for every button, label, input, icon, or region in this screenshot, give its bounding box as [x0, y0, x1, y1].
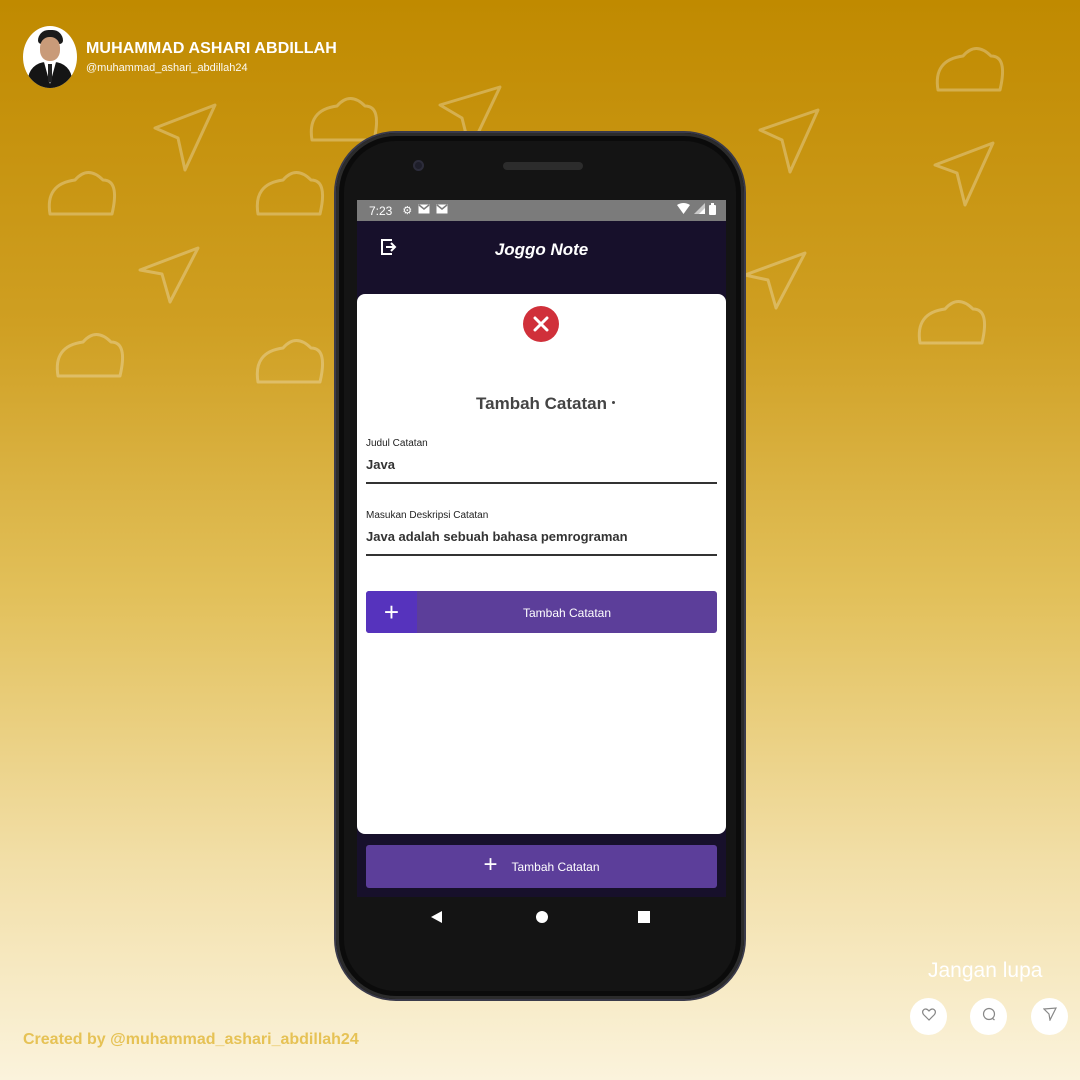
phone-camera [413, 160, 424, 171]
dialog-add-button-label: Tambah Catatan [522, 606, 612, 620]
dialog-title: Tambah Catatan [476, 394, 607, 413]
add-note-dialog: Tambah Catatan Judul Catatan Java Masuka… [357, 294, 726, 834]
app-title: Joggo Note [494, 240, 589, 259]
signal-icon [694, 203, 705, 218]
app-bar: Joggo Note [357, 221, 726, 294]
bottom-area: + Tambah Catatan [357, 834, 726, 897]
desc-field[interactable]: Java adalah sebuah bahasa pemrograman [366, 529, 628, 544]
status-bar: 7:23 ⚙ [357, 200, 726, 221]
author-header: MUHAMMAD ASHARI ABDILLAH @muhammad_ashar… [23, 26, 337, 88]
desc-field-underline [366, 554, 717, 556]
dialog-add-button[interactable]: + Tambah Catatan [366, 591, 717, 633]
gmail-icon [436, 204, 448, 217]
title-field[interactable]: Java [366, 457, 395, 472]
gmail-icon [418, 204, 430, 217]
title-field-label: Judul Catatan [366, 438, 428, 449]
comment-button[interactable] [970, 998, 1007, 1035]
wifi-icon [677, 203, 690, 218]
author-name: MUHAMMAD ASHARI ABDILLAH [86, 40, 337, 57]
android-nav-bar [357, 897, 726, 937]
footer-credit: Created by @muhammad_ashari_abdillah24 [23, 1031, 359, 1048]
author-handle: @muhammad_ashari_abdillah24 [86, 62, 248, 74]
status-time: 7:23 [369, 203, 393, 218]
battery-icon [709, 203, 716, 218]
heart-icon [921, 1007, 936, 1026]
settings-icon: ⚙ [402, 205, 413, 217]
plus-icon: + [366, 591, 417, 633]
send-icon [1042, 1007, 1057, 1026]
add-note-button[interactable]: + Tambah Catatan [366, 845, 717, 888]
title-field-underline [366, 482, 717, 484]
back-icon[interactable] [431, 911, 442, 923]
comment-icon [982, 1007, 996, 1026]
add-note-button-label: Tambah Catatan [511, 859, 600, 874]
reminder-text: Jangan lupa [928, 959, 1043, 982]
plus-icon: + [483, 851, 498, 878]
home-icon[interactable] [536, 911, 548, 923]
share-button[interactable] [1031, 998, 1068, 1035]
recents-icon[interactable] [638, 911, 650, 923]
phone-speaker [503, 162, 583, 170]
avatar[interactable] [23, 26, 77, 88]
decorative-dot [612, 401, 615, 404]
like-button[interactable] [910, 998, 947, 1035]
desc-field-label: Masukan Deskripsi Catatan [366, 510, 489, 521]
phone-screen: 7:23 ⚙ Joggo Note Tambah Catatan Judul C… [357, 200, 726, 897]
close-icon[interactable] [523, 306, 559, 342]
